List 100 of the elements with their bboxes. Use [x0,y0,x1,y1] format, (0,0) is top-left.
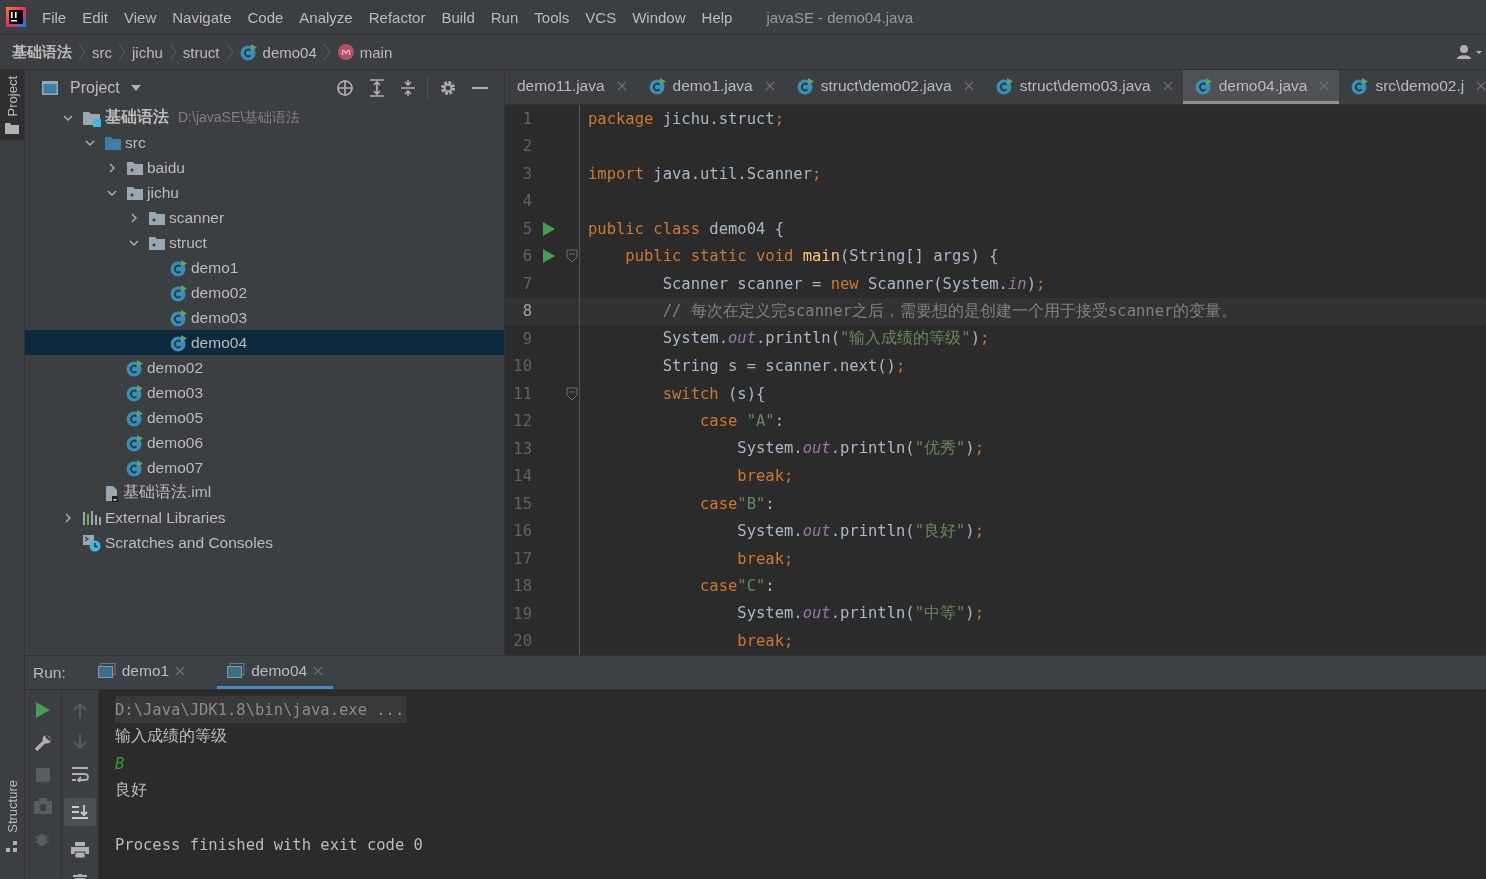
separator-icon [225,43,234,61]
tree-item[interactable]: src [25,130,504,155]
run-icon[interactable] [36,702,50,718]
folder-icon [104,134,122,151]
line-number: 11 [512,384,532,403]
tree-item[interactable]: demo06 [25,430,504,455]
menu-item[interactable]: Tools [534,8,570,26]
menu-item[interactable]: VCS [585,8,617,26]
editor-tab[interactable]: demo1.java [636,70,785,104]
menu-item[interactable]: Edit [82,8,109,26]
menu-item[interactable]: File [42,8,67,26]
separator-icon [322,43,331,61]
dropdown-icon[interactable] [130,83,141,92]
line-number: 10 [512,357,532,376]
menu-item[interactable]: Navigate [172,8,232,26]
tree-item[interactable]: 基础语法 D:\javaSE\基础语法 [25,105,504,130]
locate-icon[interactable] [336,78,354,97]
menu-item[interactable]: Run [490,8,519,26]
breadcrumb-item[interactable]: 基础语法 [12,42,72,62]
menu-item[interactable]: Help [701,8,733,26]
folder-icon [5,122,19,135]
side-tab[interactable]: Structure [0,774,24,859]
code-line: case "A": [698,412,784,431]
run-tab[interactable]: demo1 [87,656,196,689]
menu-item[interactable]: Code [247,8,284,26]
scroll-to-end-button[interactable] [64,798,96,826]
fold-icon[interactable] [566,386,578,401]
tree-item[interactable]: External Libraries [25,505,504,530]
chevron-icon[interactable] [129,212,139,223]
line-number: 13 [512,439,532,458]
tree-item[interactable]: demo03 [25,305,504,330]
menu-item[interactable]: Build [441,8,475,26]
line-number: 20 [512,632,532,651]
panel-title[interactable]: Project [70,78,120,97]
wrench-icon[interactable] [34,734,52,752]
settings-icon[interactable] [439,78,457,97]
user-icon[interactable] [1456,44,1484,60]
class-icon [126,408,144,427]
expand-all-icon[interactable] [369,78,385,97]
tree-item[interactable]: demo02 [25,280,504,305]
code-line: String s = scanner.next(); [661,357,906,376]
menu-item[interactable]: View [124,8,157,26]
breadcrumb-item[interactable]: main [336,43,393,61]
breadcrumb-item[interactable]: src [92,43,112,61]
tree-item[interactable]: demo05 [25,405,504,430]
project-path: D:\javaSE\基础语法 [178,108,301,127]
tree-item[interactable]: demo03 [25,380,504,405]
line-number: 2 [521,137,532,156]
tree-item[interactable]: jichu [25,180,504,205]
line-number: 5 [521,219,532,238]
line-number: 9 [521,329,532,348]
editor-tab[interactable]: struct\demo02.java [784,70,984,104]
line-number: 19 [512,604,532,623]
tree-item[interactable]: demo04 [25,330,504,355]
scroll-to-end-icon [71,804,89,820]
package-folder-icon [148,234,166,251]
code-line: case"C": [698,577,775,596]
line-number: 14 [512,467,532,486]
method-icon [336,43,355,61]
code-line: Scanner scanner = new Scanner(System.in); [661,274,1046,293]
menu-item[interactable]: Analyze [299,8,353,26]
code-line: break; [736,467,794,486]
print-icon[interactable] [71,842,89,858]
window-title: javaSE - demo04.java [766,8,914,26]
chevron-icon[interactable] [107,162,117,173]
editor-tab[interactable]: src\demo02.j [1339,70,1486,104]
code-line: public class demo04 { [588,219,784,238]
libraries-icon [82,509,102,526]
menu-item[interactable]: Window [632,8,686,26]
separator-icon [168,43,177,61]
class-icon [170,258,188,277]
class-icon [796,76,815,95]
tree-item[interactable]: Scratches and Consoles [25,530,504,555]
editor-tab[interactable]: demo11.java [505,70,637,104]
tree-item[interactable]: demo07 [25,455,504,480]
console-line: B [115,753,125,775]
run-icon[interactable] [543,221,555,236]
editor-tab[interactable]: demo04.java [1182,70,1340,104]
tree-item[interactable]: struct [25,230,504,255]
menu-item[interactable]: Refactor [368,8,426,26]
breadcrumb-item[interactable]: demo04 [239,43,317,61]
editor-tab[interactable]: struct\demo03.java [983,70,1183,104]
class-icon [126,358,144,377]
app-logo [6,7,26,27]
fold-icon[interactable] [566,249,578,264]
line-number: 8 [521,302,532,321]
tree-item[interactable]: scanner [25,205,504,230]
soft-wrap-icon[interactable] [71,766,89,782]
collapse-all-icon[interactable] [400,78,416,97]
breadcrumb-item[interactable]: jichu [132,43,163,61]
tree-item[interactable]: 基础语法.iml [25,480,504,505]
tree-item[interactable]: demo1 [25,255,504,280]
breadcrumb-item[interactable]: struct [182,43,220,61]
panel-icon [41,79,59,96]
run-icon[interactable] [543,249,555,264]
side-tab[interactable]: Project [0,70,24,141]
chevron-icon[interactable] [63,512,73,523]
package-folder-icon [148,209,166,226]
tree-item[interactable]: baidu [25,155,504,180]
tree-item[interactable]: demo02 [25,355,504,380]
